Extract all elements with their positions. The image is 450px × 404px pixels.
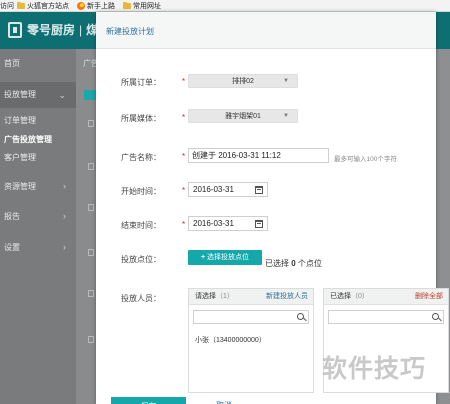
available-search-input[interactable] [193, 310, 309, 324]
ad-name-hint: 最多可输入100个字符 [334, 156, 397, 163]
background-row-icon [88, 204, 94, 211]
start-date-input[interactable]: 2016-03-31 [188, 182, 268, 197]
order-label: 所属订单： [121, 78, 161, 87]
select-slots-button[interactable]: + 选择投放点位 [188, 250, 262, 265]
sidebar-item-label: 订单管理 [4, 116, 36, 125]
people-label: 投放人员： [121, 294, 161, 303]
modal-title: 新建投放计划 [106, 27, 154, 36]
selected-suffix: 个点位 [297, 259, 322, 268]
selected-search-input[interactable] [328, 310, 444, 324]
sidebar: 首页 投放管理 ⌄ 订单管理 广告投放管理 客户管理 资源管理 › 报告 › 设置 › [0, 49, 76, 404]
start-time-label: 开始时间： [121, 187, 161, 196]
folder-icon [123, 1, 131, 9]
bookmark-label: 火狐官方站点 [27, 2, 69, 10]
ad-name-input[interactable]: 创建于 2016-03-31 11:12 [188, 148, 329, 163]
brand-separator: | [79, 22, 83, 37]
order-select-value: 排排02 [232, 78, 254, 85]
bookmark-item-visit[interactable]: 访问 [0, 1, 14, 11]
select-slots-button-label: 选择投放点位 [207, 254, 250, 261]
chevron-right-icon: › [63, 242, 66, 252]
plus-icon: + [200, 254, 206, 261]
selected-prefix: 已选择 [265, 259, 289, 268]
brand-logo[interactable]: 零号厨房 | 煤 [8, 21, 98, 38]
sidebar-item-label: 投放管理 [4, 90, 36, 99]
delete-all-link[interactable]: 删除全部 [415, 289, 443, 305]
caret-down-icon: ▼ [283, 113, 289, 119]
modal-header: 新建投放计划 [96, 12, 436, 49]
bookmark-item-firefox-official[interactable]: 火狐官方站点 [17, 1, 69, 11]
selected-panel-count: （0） [351, 293, 369, 300]
sidebar-item-ad-delivery-management[interactable]: 广告投放管理 [0, 134, 76, 145]
calendar-icon[interactable] [255, 220, 263, 228]
sidebar-item-label: 客户管理 [4, 153, 36, 162]
media-label: 所属媒体： [121, 114, 161, 123]
background-add-button [84, 90, 96, 100]
cancel-button[interactable]: 取消 [216, 400, 232, 404]
required-mark: * [182, 113, 186, 122]
search-icon[interactable] [432, 313, 439, 320]
sidebar-item-label: 设置 [4, 243, 20, 252]
slots-label: 投放点位： [121, 255, 161, 264]
brand-name: 零号厨房 [27, 23, 76, 37]
background-row-icon [88, 290, 94, 297]
order-select[interactable]: 排排02 ▼ [188, 74, 298, 88]
bookmark-label: 访问 [0, 2, 14, 10]
sidebar-item-customer-management[interactable]: 客户管理 [0, 152, 76, 163]
chevron-down-icon: ⌄ [58, 90, 66, 100]
search-icon[interactable] [297, 313, 304, 320]
chevron-right-icon: › [63, 211, 66, 221]
sidebar-item-label: 资源管理 [4, 182, 36, 191]
start-date-value: 2016-03-31 [193, 185, 234, 194]
selected-count-value: 0 [291, 259, 296, 268]
bookmark-item-common-sites[interactable]: 常用网址 [123, 1, 161, 11]
sidebar-item-home[interactable]: 首页 [0, 58, 76, 69]
available-people-panel: 请选择（1） 新建投放人员 小张（13400000000） [188, 288, 314, 393]
end-time-label: 结束时间： [121, 221, 161, 230]
sidebar-item-order-management[interactable]: 订单管理 [0, 115, 76, 126]
sidebar-item-resource-management[interactable]: 资源管理 › [0, 181, 76, 192]
selected-slots-count: 已选择 0 个点位 [265, 258, 322, 269]
chevron-right-icon: › [63, 181, 66, 191]
available-panel-title: 请选择 [195, 293, 216, 300]
logo-icon [8, 21, 22, 38]
background-row-icon [88, 120, 94, 127]
firefox-icon [77, 1, 85, 10]
sidebar-item-label: 首页 [4, 59, 20, 68]
required-mark: * [182, 77, 186, 86]
required-mark: * [182, 152, 186, 161]
available-panel-header: 请选择（1） 新建投放人员 [189, 289, 313, 305]
sidebar-item-settings[interactable]: 设置 › [0, 242, 76, 253]
sidebar-item-label: 广告投放管理 [4, 135, 52, 144]
end-date-value: 2016-03-31 [193, 219, 234, 228]
background-row-icon [88, 249, 94, 256]
selected-panel-title: 已选择 [330, 293, 351, 300]
folder-icon [17, 1, 25, 9]
new-person-link[interactable]: 新建投放人员 [266, 289, 308, 305]
calendar-icon[interactable] [255, 186, 263, 194]
selected-panel-header: 已选择（0） 删除全部 [324, 289, 448, 305]
media-select-value: 雅宇烟架01 [225, 113, 261, 120]
bookmark-item-getting-started[interactable]: 新手上路 [77, 1, 115, 11]
watermark-text: 软件技巧 [322, 354, 427, 383]
background-row-icon [88, 163, 94, 170]
available-panel-count: （1） [216, 293, 234, 300]
media-select[interactable]: 雅宇烟架01 ▼ [188, 109, 298, 123]
end-date-input[interactable]: 2016-03-31 [188, 216, 268, 231]
required-mark: * [182, 186, 186, 195]
sidebar-item-delivery-management[interactable]: 投放管理 ⌄ [0, 82, 76, 108]
caret-down-icon: ▼ [283, 78, 289, 84]
bookmark-label: 常用网址 [133, 2, 161, 10]
bookmark-label: 新手上路 [87, 2, 115, 10]
sidebar-item-report[interactable]: 报告 › [0, 211, 76, 222]
person-list-item[interactable]: 小张（13400000000） [195, 335, 266, 345]
required-mark: * [182, 220, 186, 229]
save-button[interactable]: 保存 [111, 397, 186, 404]
new-plan-modal: 新建投放计划 所属订单： * 排排02 ▼ 所属媒体： * 雅宇烟架01 ▼ 广… [96, 12, 449, 404]
sidebar-item-label: 报告 [4, 212, 20, 221]
ad-name-label: 广告名称： [121, 153, 161, 162]
background-row-icon [88, 336, 94, 343]
bookmarks-bar: 访问 火狐官方站点 新手上路 常用网址 [0, 0, 450, 12]
